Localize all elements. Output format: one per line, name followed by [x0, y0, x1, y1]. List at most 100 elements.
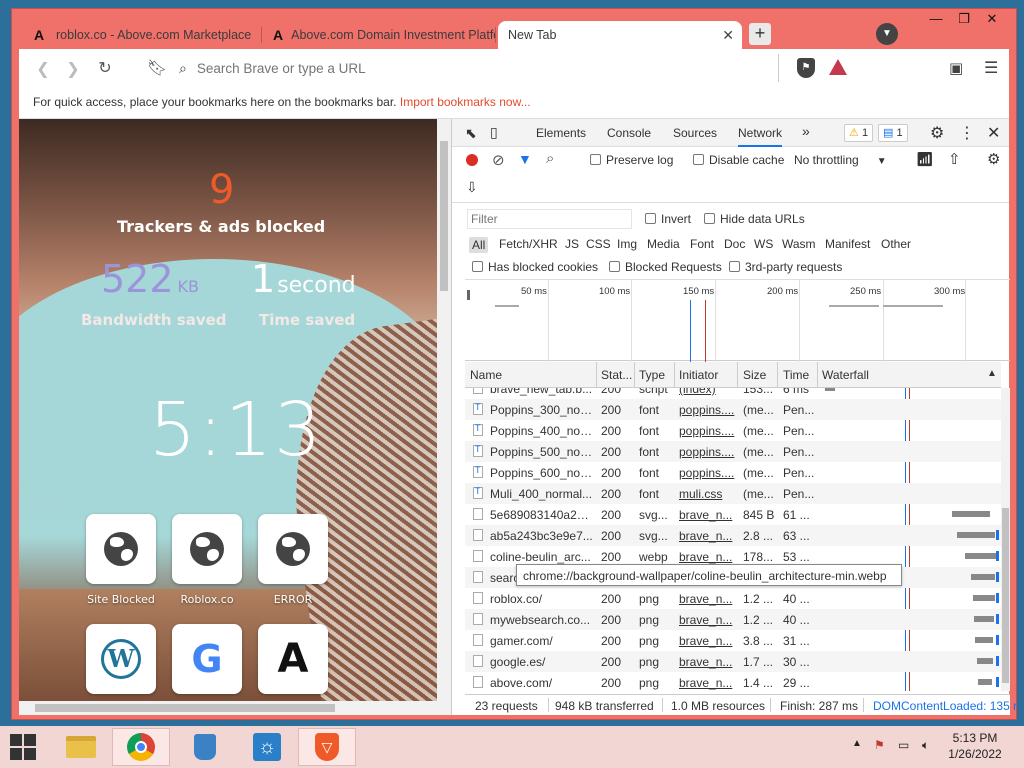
col-initiator[interactable]: Initiator	[679, 368, 718, 382]
type-filter-ws[interactable]: WS	[754, 237, 773, 251]
page-horizontal-scrollbar[interactable]	[19, 701, 451, 715]
table-row[interactable]: Poppins_600_nor... 200 font poppins.... (me.…	[465, 462, 1001, 483]
cell-initiator[interactable]: brave_n...	[679, 655, 735, 669]
cell-initiator[interactable]: poppins....	[679, 466, 735, 480]
filter-input[interactable]	[467, 209, 632, 229]
tab-roblox[interactable]: A roblox.co - Above.com Marketplace	[24, 21, 262, 49]
checkbox-box[interactable]	[704, 213, 715, 224]
tab-sources[interactable]: Sources	[673, 126, 717, 140]
cell-initiator[interactable]: brave_n...	[679, 676, 735, 690]
invert-checkbox[interactable]: Invert	[645, 212, 691, 226]
col-status[interactable]: Stat...	[601, 368, 632, 382]
network-icon[interactable]: ▭	[898, 738, 909, 752]
type-filter-css[interactable]: CSS	[586, 237, 611, 251]
checkbox-box[interactable]	[609, 261, 620, 272]
network-conditions-icon[interactable]: 📶︎	[916, 151, 934, 168]
taskbar-recycle[interactable]	[176, 728, 234, 766]
reload-icon[interactable]: ↻	[89, 58, 121, 78]
settings-icon[interactable]: ⚙	[930, 123, 944, 143]
taskbar-chrome[interactable]	[112, 728, 170, 766]
table-row[interactable]: gamer.com/200 png brave_n... 3.8 ... 31 ...	[465, 630, 1001, 651]
table-row[interactable]: Poppins_300_nor... 200 font poppins.... (me.…	[465, 399, 1001, 420]
brave-shields-icon[interactable]: ⚑	[797, 58, 815, 78]
checkbox-box[interactable]	[693, 154, 704, 165]
more-options-icon[interactable]: ⋮	[959, 123, 975, 143]
brave-rewards-icon[interactable]	[829, 59, 847, 75]
taskbar-file-explorer[interactable]	[52, 728, 110, 766]
address-bar[interactable]: ⌕	[179, 54, 779, 82]
action-center-flag-icon[interactable]: ⚑	[874, 738, 885, 752]
table-row[interactable]: roblox.co/200 png brave_n... 1.2 ... 40 ...	[465, 588, 1001, 609]
preserve-log-checkbox[interactable]: Preserve log	[590, 153, 673, 167]
import-bookmarks-link[interactable]: Import bookmarks now...	[400, 95, 531, 109]
has-blocked-cookies-checkbox[interactable]: Has blocked cookies	[472, 260, 598, 274]
type-filter-js[interactable]: JS	[565, 237, 579, 251]
wallet-icon[interactable]: ▣	[949, 59, 963, 77]
search-icon[interactable]: ⌕	[546, 150, 554, 167]
blocked-requests-checkbox[interactable]: Blocked Requests	[609, 260, 722, 274]
windows-start-icon[interactable]	[10, 734, 36, 760]
checkbox-box[interactable]	[472, 261, 483, 272]
checkbox-box[interactable]	[645, 213, 656, 224]
type-filter-media[interactable]: Media	[647, 237, 680, 251]
cell-initiator[interactable]: poppins....	[679, 424, 735, 438]
cell-initiator[interactable]: brave_n...	[679, 592, 735, 606]
close-window-button[interactable]: ✕	[978, 9, 1006, 31]
menu-icon[interactable]: ☰	[984, 58, 998, 78]
type-filter-wasm[interactable]: Wasm	[782, 237, 816, 251]
col-type[interactable]: Type	[639, 368, 665, 382]
tab-new-tab[interactable]: New Tab ✕	[498, 21, 742, 49]
minimize-button[interactable]: —	[922, 9, 950, 31]
network-settings-icon[interactable]: ⚙	[987, 150, 1000, 168]
device-toolbar-icon[interactable]: ▯	[490, 124, 498, 141]
top-site-wordpress[interactable]: W	[86, 624, 156, 694]
record-icon[interactable]	[466, 154, 478, 166]
table-row[interactable]: Poppins_500_nor... 200 font poppins.... (me.…	[465, 441, 1001, 462]
checkbox-box[interactable]	[729, 261, 740, 272]
type-filter-manifest[interactable]: Manifest	[825, 237, 870, 251]
page-vertical-scrollbar[interactable]	[437, 119, 451, 701]
cell-initiator[interactable]: brave_n...	[679, 634, 735, 648]
disable-cache-checkbox[interactable]: Disable cache	[693, 153, 784, 167]
top-site-error[interactable]	[258, 514, 328, 584]
tab-console[interactable]: Console	[607, 126, 651, 140]
hide-data-urls-checkbox[interactable]: Hide data URLs	[704, 212, 805, 226]
inspect-icon[interactable]: ⬉	[465, 125, 477, 142]
requests-scrollbar[interactable]	[1001, 388, 1010, 691]
cell-initiator[interactable]: (index)	[679, 388, 735, 396]
col-waterfall[interactable]: Waterfall	[822, 368, 869, 382]
taskbar-weather[interactable]: ☼	[238, 728, 296, 766]
bookmark-icon[interactable]: 🔖︎	[141, 58, 173, 78]
throttling-select[interactable]: No throttling ▼	[794, 153, 887, 167]
scrollbar-thumb[interactable]	[1002, 508, 1009, 683]
type-filter-all[interactable]: All	[469, 237, 489, 253]
new-tab-button[interactable]: +	[749, 23, 771, 45]
third-party-checkbox[interactable]: 3rd-party requests	[729, 260, 842, 274]
forward-icon[interactable]: ❯	[57, 59, 89, 79]
table-row[interactable]: google.es/200 png brave_n... 1.7 ... 30 ...	[465, 651, 1001, 672]
volume-icon[interactable]: 🔈︎	[922, 738, 929, 753]
col-size[interactable]: Size	[743, 368, 766, 382]
col-name[interactable]: Name	[470, 368, 502, 382]
checkbox-box[interactable]	[590, 154, 601, 165]
import-har-icon[interactable]: ⇧	[948, 150, 961, 168]
cell-initiator[interactable]: brave_n...	[679, 613, 735, 627]
maximize-button[interactable]: ❐	[950, 9, 978, 31]
table-row[interactable]: brave_new_tab.b... 200 script (index) 153...…	[465, 388, 1001, 399]
close-devtools-icon[interactable]: ✕	[987, 123, 1000, 143]
type-filter-doc[interactable]: Doc	[724, 237, 745, 251]
type-filter-img[interactable]: Img	[617, 237, 637, 251]
filter-icon[interactable]: ▼	[518, 151, 532, 167]
top-site-site-blocked[interactable]	[86, 514, 156, 584]
tab-above[interactable]: A Above.com Domain Investment Platfo	[263, 21, 496, 49]
clear-icon[interactable]: ⊘	[492, 151, 505, 169]
table-row[interactable]: above.com/200 png brave_n... 1.4 ... 29 ...	[465, 672, 1001, 691]
back-icon[interactable]: ❮	[27, 59, 59, 79]
tab-search-button[interactable]: ▼	[876, 23, 898, 45]
omnibox-input[interactable]	[196, 60, 697, 76]
cell-initiator[interactable]: poppins....	[679, 403, 735, 417]
scrollbar-thumb[interactable]	[440, 141, 448, 291]
table-row[interactable]: Muli_400_normal... 200 font muli.css (me... P…	[465, 483, 1001, 504]
top-site-google[interactable]: G	[172, 624, 242, 694]
type-filter-fetch[interactable]: Fetch/XHR	[499, 237, 558, 251]
